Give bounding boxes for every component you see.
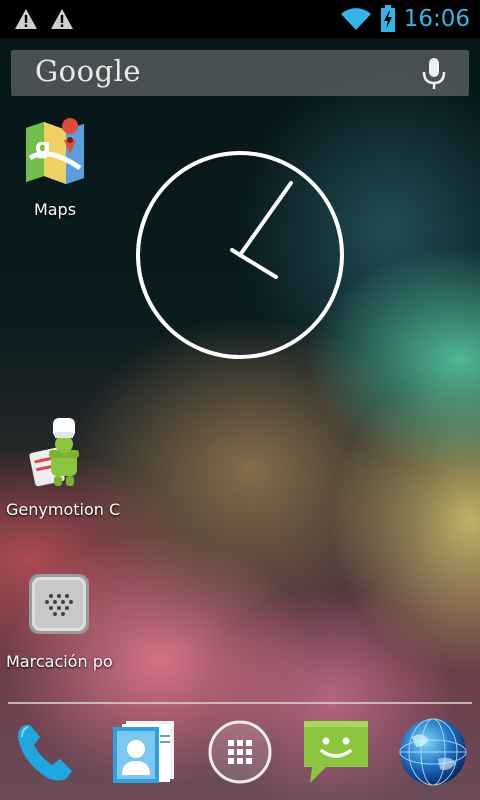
maps-icon: g xyxy=(26,118,84,184)
contacts-icon xyxy=(113,721,174,783)
google-search-bar[interactable]: Google xyxy=(11,50,469,96)
analog-clock-widget[interactable] xyxy=(134,149,346,361)
dock-contacts[interactable] xyxy=(110,717,180,787)
clock-minute-hand xyxy=(238,181,293,257)
battery-charging-icon xyxy=(380,5,395,32)
svg-text:g: g xyxy=(35,135,51,160)
app-direct-dial[interactable]: Marcación po xyxy=(0,570,118,680)
dock-messaging[interactable] xyxy=(302,717,372,787)
genymotion-icon xyxy=(29,418,79,487)
dock-divider xyxy=(8,702,472,704)
dock-phone[interactable] xyxy=(12,717,82,787)
app-maps[interactable]: g Maps xyxy=(10,118,100,228)
warning-icon xyxy=(15,9,37,29)
dock-all-apps[interactable] xyxy=(205,717,275,787)
warning-icon xyxy=(51,9,73,29)
clock-time: 16:06 xyxy=(403,6,470,32)
app-label: Marcación po xyxy=(6,652,113,671)
clock-hour-hand xyxy=(238,253,278,279)
microphone-icon[interactable] xyxy=(419,57,449,91)
phone-icon xyxy=(18,725,72,781)
browser-globe-icon xyxy=(399,718,467,786)
wifi-icon xyxy=(340,8,371,31)
dock-browser[interactable] xyxy=(398,717,468,787)
direct-dial-icon xyxy=(29,574,89,634)
all-apps-icon xyxy=(208,720,272,784)
messaging-icon xyxy=(304,721,368,783)
app-label: Genymotion C xyxy=(6,500,121,519)
app-genymotion[interactable]: Genymotion C xyxy=(0,414,120,524)
app-label: Maps xyxy=(33,200,77,219)
status-bar[interactable]: 16:06 xyxy=(0,0,480,38)
google-logo: Google xyxy=(35,54,142,88)
